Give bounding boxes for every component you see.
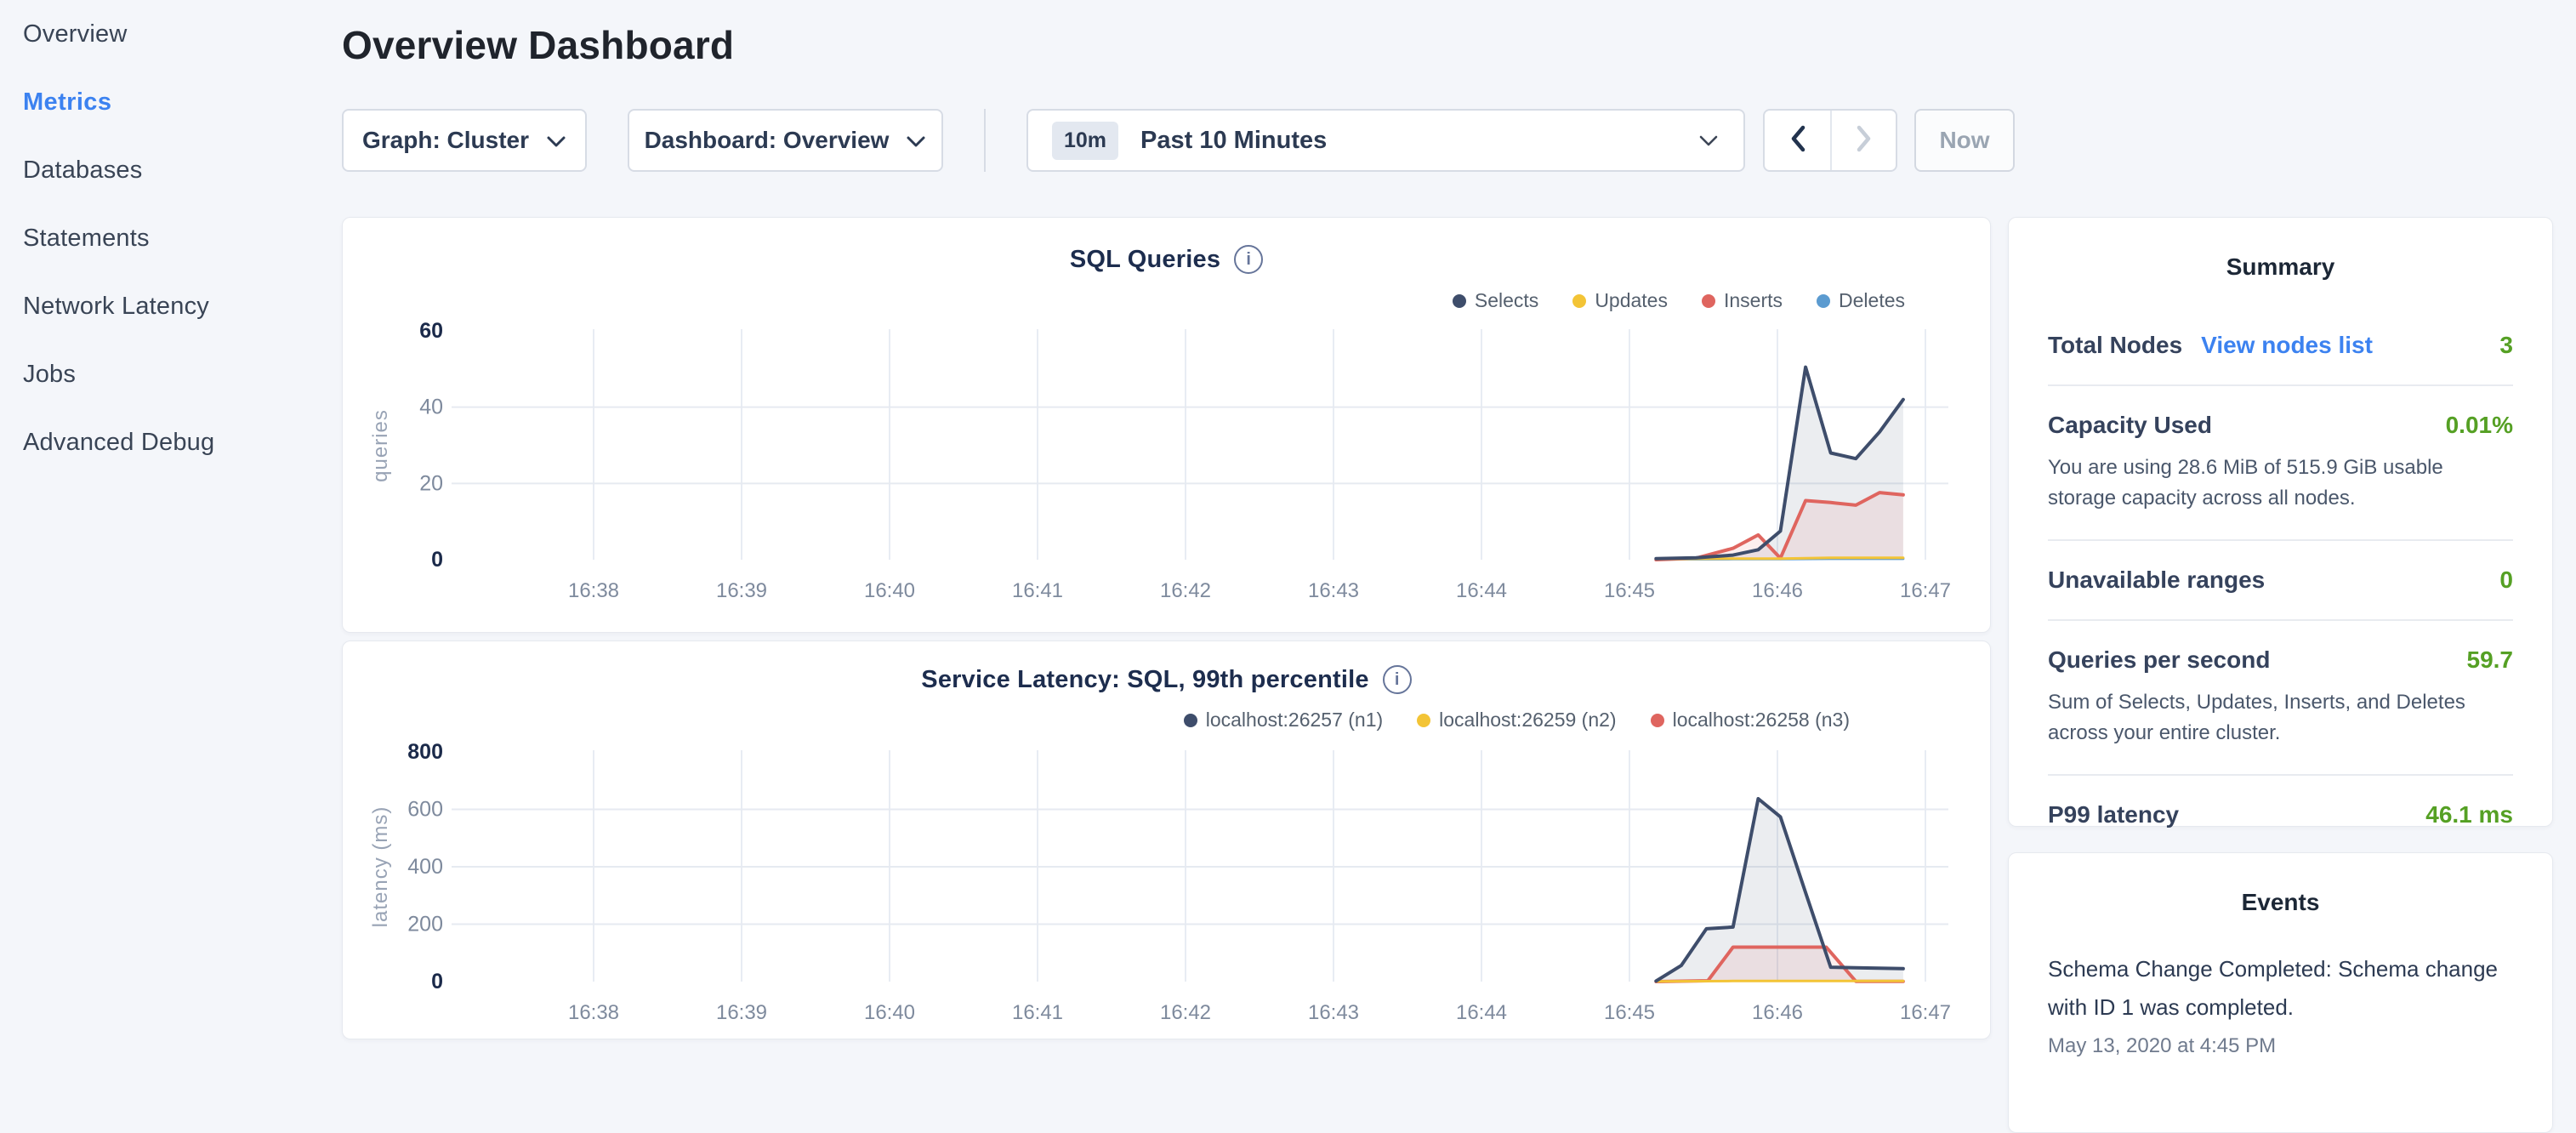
graph-dropdown-label: Graph: Cluster (362, 127, 529, 154)
svg-text:400: 400 (407, 855, 443, 879)
sidebar-item-overview[interactable]: Overview (23, 0, 321, 68)
summary-row-total-nodes: Total Nodes View nodes list 3 (2048, 306, 2513, 384)
svg-text:16:47: 16:47 (1900, 579, 1951, 602)
svg-text:16:41: 16:41 (1012, 1001, 1063, 1024)
svg-text:16:38: 16:38 (568, 579, 619, 602)
controls-divider (984, 109, 986, 172)
event-message[interactable]: Schema Change Completed: Schema change w… (2048, 950, 2513, 1026)
svg-text:0: 0 (431, 970, 443, 994)
summary-description: You are using 28.6 MiB of 515.9 GiB usab… (2048, 453, 2513, 514)
summary-value: 0 (2499, 566, 2513, 594)
svg-text:16:40: 16:40 (864, 579, 915, 602)
svg-text:0: 0 (431, 548, 443, 572)
time-window-label: Past 10 Minutes (1140, 127, 1327, 155)
summary-row-p99-latency: P99 latency 46.1 ms (2048, 774, 2513, 854)
summary-panel: Summary Total Nodes View nodes list 3 Ca… (2008, 217, 2553, 827)
now-button[interactable]: Now (1914, 109, 2015, 172)
svg-text:200: 200 (407, 913, 443, 937)
events-title: Events (2009, 889, 2552, 916)
svg-text:60: 60 (419, 319, 443, 343)
svg-text:16:47: 16:47 (1900, 1001, 1951, 1024)
svg-text:40: 40 (419, 396, 443, 419)
svg-text:16:38: 16:38 (568, 1001, 619, 1024)
sidebar-item-statements[interactable]: Statements (23, 204, 321, 272)
svg-text:latency (ms): latency (ms) (369, 806, 392, 928)
prev-time-button[interactable] (1765, 111, 1830, 170)
svg-text:20: 20 (419, 471, 443, 495)
events-panel: Events Schema Change Completed: Schema c… (2008, 852, 2553, 1133)
chevron-left-icon (1788, 124, 1807, 157)
dashboard-dropdown[interactable]: Dashboard: Overview (628, 109, 943, 172)
sidebar-item-advanced-debug[interactable]: Advanced Debug (23, 408, 321, 476)
time-range-dropdown[interactable]: 10m Past 10 Minutes (1026, 109, 1745, 172)
sidebar-item-metrics[interactable]: Metrics (23, 68, 321, 136)
summary-description: Sum of Selects, Updates, Inserts, and De… (2048, 687, 2513, 749)
event-timestamp: May 13, 2020 at 4:45 PM (2048, 1034, 2513, 1058)
summary-row-unavailable-ranges: Unavailable ranges 0 (2048, 539, 2513, 619)
svg-text:16:42: 16:42 (1160, 579, 1211, 602)
chart-plot-svg: 0 200 400 600 800 16:38 16:39 16:40 16:41 16:42 16… (343, 641, 1992, 1040)
svg-text:16:39: 16:39 (716, 1001, 767, 1024)
summary-title: Summary (2009, 253, 2552, 281)
svg-text:16:39: 16:39 (716, 579, 767, 602)
summary-label: Queries per second (2048, 646, 2270, 674)
svg-text:16:45: 16:45 (1604, 579, 1655, 602)
page-title: Overview Dashboard (342, 22, 734, 68)
chevron-right-icon (1855, 124, 1874, 157)
graph-dropdown[interactable]: Graph: Cluster (342, 109, 587, 172)
sidebar: Overview Metrics Databases Statements Ne… (23, 0, 321, 476)
svg-text:16:45: 16:45 (1604, 1001, 1655, 1024)
summary-value: 0.01% (2446, 412, 2513, 439)
summary-label: Capacity Used (2048, 412, 2212, 439)
sql-queries-chart-card: SQL Queries i Selects Updates Inserts De… (342, 217, 1991, 633)
svg-text:16:40: 16:40 (864, 1001, 915, 1024)
summary-row-capacity-used: Capacity Used 0.01% You are using 28.6 M… (2048, 384, 2513, 539)
svg-text:16:44: 16:44 (1456, 579, 1507, 602)
time-window-badge: 10m (1052, 122, 1118, 160)
summary-label: Total Nodes (2048, 332, 2182, 359)
summary-value: 59.7 (2467, 646, 2514, 674)
next-time-button[interactable] (1830, 111, 1896, 170)
svg-text:16:41: 16:41 (1012, 579, 1063, 602)
svg-text:queries: queries (369, 409, 392, 482)
chevron-down-icon (546, 127, 566, 154)
svg-text:800: 800 (407, 740, 443, 764)
chevron-down-icon (906, 127, 926, 154)
svg-text:16:46: 16:46 (1752, 1001, 1803, 1024)
svg-text:600: 600 (407, 798, 443, 822)
dashboard-dropdown-label: Dashboard: Overview (645, 127, 890, 154)
svg-text:16:43: 16:43 (1308, 1001, 1359, 1024)
sidebar-item-jobs[interactable]: Jobs (23, 340, 321, 408)
summary-label: P99 latency (2048, 801, 2179, 828)
summary-label: Unavailable ranges (2048, 566, 2265, 594)
time-step-buttons (1763, 109, 1897, 172)
svg-text:16:42: 16:42 (1160, 1001, 1211, 1024)
chevron-down-icon (1697, 127, 1720, 154)
summary-row-queries-per-second: Queries per second 59.7 Sum of Selects, … (2048, 619, 2513, 774)
sidebar-item-databases[interactable]: Databases (23, 136, 321, 204)
svg-text:16:43: 16:43 (1308, 579, 1359, 602)
svg-text:16:46: 16:46 (1752, 579, 1803, 602)
summary-value: 3 (2499, 332, 2513, 359)
sidebar-item-network-latency[interactable]: Network Latency (23, 272, 321, 340)
view-nodes-list-link[interactable]: View nodes list (2201, 332, 2373, 359)
svg-text:16:44: 16:44 (1456, 1001, 1507, 1024)
service-latency-chart-card: Service Latency: SQL, 99th percentile i … (342, 641, 1991, 1039)
summary-value: 46.1 ms (2425, 801, 2513, 828)
chart-plot-svg: 0 20 40 60 16:38 16:39 16:40 16:41 16:42 16:43 16:… (343, 218, 1992, 634)
